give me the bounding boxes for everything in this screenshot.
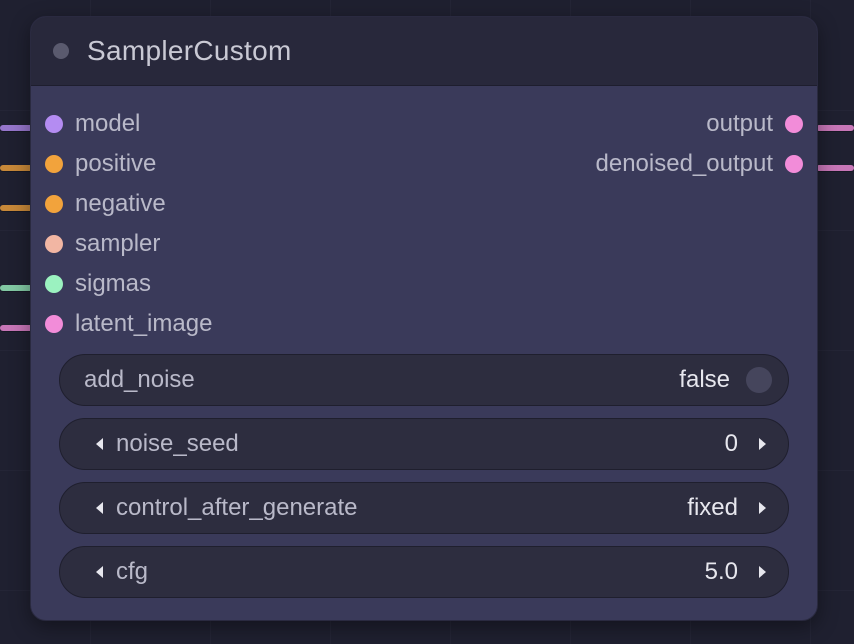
output-port-denoised-output[interactable]: denoised_output <box>596 144 804 184</box>
output-label: output <box>706 110 773 138</box>
widget-label: noise_seed <box>116 430 239 458</box>
toggle-knob-icon[interactable] <box>746 367 772 393</box>
widget-value: 0 <box>725 430 746 458</box>
widget-add-noise[interactable]: add_noise false <box>59 354 789 406</box>
socket-icon[interactable] <box>45 275 63 293</box>
chevron-right-icon[interactable] <box>746 564 778 580</box>
chevron-left-icon[interactable] <box>84 436 116 452</box>
socket-icon[interactable] <box>45 195 63 213</box>
widget-label: cfg <box>116 558 148 586</box>
input-port-sampler[interactable]: sampler <box>45 224 160 264</box>
widget-label: control_after_generate <box>116 494 358 522</box>
input-label: latent_image <box>75 310 212 338</box>
node-body: model output positive denoised_output ne… <box>31 86 817 620</box>
widget-cfg[interactable]: cfg 5.0 <box>59 546 789 598</box>
socket-icon[interactable] <box>45 315 63 333</box>
chevron-right-icon[interactable] <box>746 500 778 516</box>
output-label: denoised_output <box>596 150 774 178</box>
widget-label: add_noise <box>84 366 195 394</box>
chevron-left-icon[interactable] <box>84 564 116 580</box>
input-label: model <box>75 110 140 138</box>
socket-icon[interactable] <box>45 235 63 253</box>
socket-icon[interactable] <box>45 115 63 133</box>
connection-wire[interactable] <box>816 165 854 171</box>
widget-value: fixed <box>687 494 746 522</box>
chevron-left-icon[interactable] <box>84 500 116 516</box>
node-sampler-custom[interactable]: SamplerCustom model output positive deno… <box>30 16 818 621</box>
chevron-right-icon[interactable] <box>746 436 778 452</box>
input-port-model[interactable]: model <box>45 104 140 144</box>
widget-control-after-generate[interactable]: control_after_generate fixed <box>59 482 789 534</box>
socket-icon[interactable] <box>785 155 803 173</box>
input-label: sampler <box>75 230 160 258</box>
socket-icon[interactable] <box>45 155 63 173</box>
connection-wire[interactable] <box>816 125 854 131</box>
input-label: negative <box>75 190 166 218</box>
widget-noise-seed[interactable]: noise_seed 0 <box>59 418 789 470</box>
socket-icon[interactable] <box>785 115 803 133</box>
widget-value: false <box>679 366 738 394</box>
input-port-negative[interactable]: negative <box>45 184 166 224</box>
input-port-sigmas[interactable]: sigmas <box>45 264 151 304</box>
widget-value: 5.0 <box>705 558 746 586</box>
input-label: positive <box>75 150 156 178</box>
input-port-positive[interactable]: positive <box>45 144 156 184</box>
node-title: SamplerCustom <box>87 35 292 67</box>
node-collapse-dot[interactable] <box>53 43 69 59</box>
input-port-latent-image[interactable]: latent_image <box>45 304 212 344</box>
input-label: sigmas <box>75 270 151 298</box>
output-port-output[interactable]: output <box>706 104 803 144</box>
node-header[interactable]: SamplerCustom <box>31 17 817 86</box>
